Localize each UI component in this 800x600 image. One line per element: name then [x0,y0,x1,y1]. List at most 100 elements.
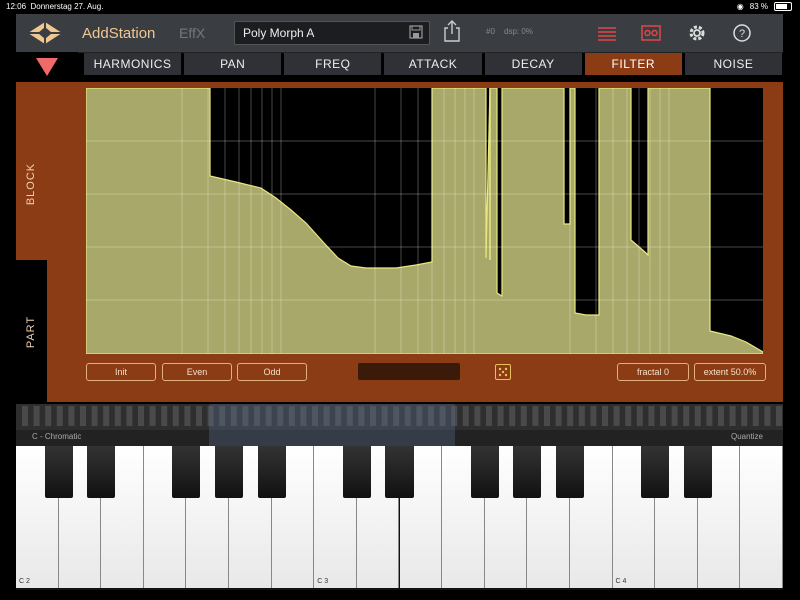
black-key[interactable] [172,446,201,498]
mini-key [184,406,191,426]
black-key[interactable] [641,446,670,498]
part-label: PART [25,315,37,349]
white-key[interactable] [740,446,783,588]
mini-key [636,406,643,426]
help-icon[interactable]: ? [731,22,753,44]
tab-decay[interactable]: DECAY [484,53,582,75]
quantize-label[interactable]: Quantize [731,432,763,441]
mini-key [126,406,133,426]
keyboard-range-strip[interactable]: C - Chromatic Quantize [16,404,783,446]
status-date: Donnerstag 27. Aug. [30,2,104,11]
side-block-tab[interactable]: BLOCK [16,82,46,260]
filter-graph[interactable] [86,88,763,354]
mini-key [683,406,690,426]
range-highlight[interactable] [209,404,455,446]
tab-filter[interactable]: FILTER [584,53,682,75]
mini-key [532,406,539,426]
logo-icon[interactable] [28,22,62,44]
filter-panel: BLOCK PART Init Even Odd fractal 0 exten… [16,82,783,402]
mini-key [497,406,504,426]
battery-percent: 83 % [749,2,768,11]
mini-key [138,406,144,426]
mini-key [752,406,759,426]
tab-noise[interactable]: NOISE [684,53,782,75]
extent-button[interactable]: extent 50.0% [694,363,766,381]
mini-key [149,406,156,426]
black-key[interactable] [385,446,414,498]
black-key[interactable] [87,446,116,498]
black-key[interactable] [683,446,712,498]
dice-icon[interactable] [495,364,511,380]
mini-key [625,406,632,426]
mini-key [68,406,75,426]
mini-key [161,406,168,426]
black-key[interactable] [214,446,244,498]
tab-freq[interactable]: FREQ [284,53,382,75]
mini-key [103,406,110,426]
battery-icon [774,2,792,11]
save-icon[interactable] [409,25,423,39]
mini-key [741,406,748,426]
black-key[interactable] [470,446,499,498]
octave-label: C 3 [317,578,329,585]
even-button[interactable]: Even [162,363,232,381]
tab-harmonics[interactable]: HARMONICS [84,53,182,75]
scale-label[interactable]: C - Chromatic [32,432,81,441]
collapse-toggle[interactable] [16,52,78,82]
svg-text:?: ? [739,28,745,40]
mini-key [114,406,121,426]
mini-key [567,406,574,426]
odd-button[interactable]: Odd [237,363,307,381]
fractal-button[interactable]: fractal 0 [617,363,689,381]
mini-key [196,406,202,426]
octave-label: C 2 [19,578,30,585]
menu-icon[interactable] [596,22,618,44]
mini-key [544,406,550,426]
mini-key [602,406,608,426]
octave-label: C 4 [615,578,627,585]
black-key[interactable] [44,446,73,498]
black-key[interactable] [513,446,542,498]
mini-key [80,406,86,426]
mini-key [474,406,481,426]
app-title[interactable]: AddStation [82,25,155,42]
mini-key [671,406,678,426]
mini-key [718,406,724,426]
mini-key [555,406,562,426]
mini-key [590,406,597,426]
tape-recorder-icon[interactable] [640,22,662,44]
morph-slider[interactable] [358,363,460,380]
mini-key [706,406,713,426]
mini-key [33,406,40,426]
mini-key [45,406,52,426]
black-key[interactable] [257,446,286,498]
block-label: BLOCK [25,162,37,206]
share-icon[interactable] [443,19,461,43]
init-button[interactable]: Init [86,363,156,381]
side-part-tab[interactable]: PART [16,260,47,402]
status-time: 12:06 [6,2,27,11]
black-key[interactable] [555,446,584,498]
tab-attack[interactable]: ATTACK [384,53,482,75]
effx-button[interactable]: EffX [179,25,205,41]
mini-key [520,406,527,426]
mini-key [764,406,771,426]
voice-count: #0 [486,27,495,36]
preset-field[interactable]: Poly Morph A [234,21,430,45]
mini-key [509,406,516,426]
dsp-load: dsp: 0% [504,27,533,36]
black-key[interactable] [342,446,371,498]
status-bar: 12:06 Donnerstag 27. Aug. ◉ 83 % [0,0,800,14]
mini-key [613,406,620,426]
mini-key [56,406,63,426]
tab-pan[interactable]: PAN [184,53,282,75]
mini-key [22,406,28,426]
piano-keyboard: C 2 C 3 C 4 [16,446,783,590]
mini-key [776,406,782,426]
mini-key [172,406,179,426]
gear-icon[interactable] [686,22,708,44]
mini-key [648,406,655,426]
tab-bar: HARMONICS PAN FREQ ATTACK DECAY FILTER N… [84,53,782,75]
mini-key [462,406,469,426]
mini-key [486,406,492,426]
